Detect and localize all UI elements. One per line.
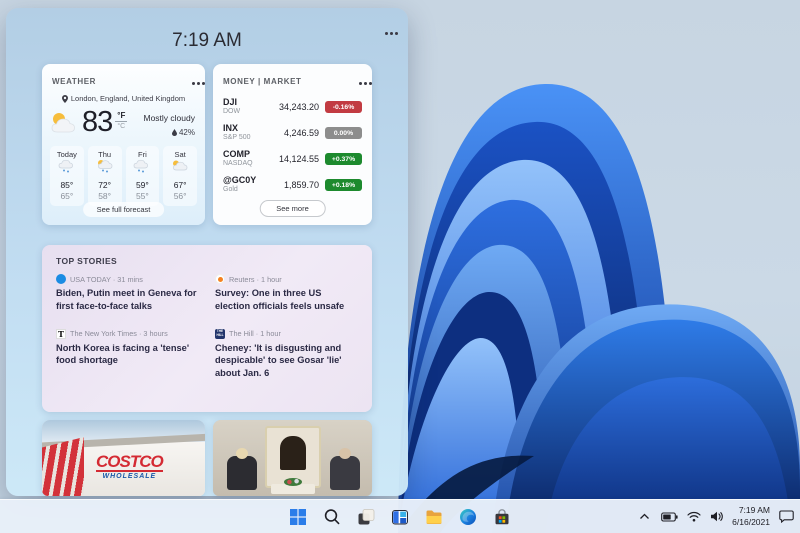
rain-cloud-icon (58, 159, 76, 173)
top-stories-widget[interactable]: TOP STORIES USA TODAY · 31 mins Biden, P… (42, 245, 372, 412)
nyt-logo: T (56, 329, 66, 339)
microsoft-store-button[interactable] (490, 505, 514, 529)
news-thumbnail-costco[interactable]: COSTCO WHOLESALE (42, 420, 205, 496)
weather-location-row[interactable]: London, England, United Kingdom (42, 94, 205, 103)
task-view-button[interactable] (354, 505, 378, 529)
tray-chevron-button[interactable] (636, 505, 652, 529)
market-more-options-icon[interactable] (359, 72, 362, 90)
change-badge: -0.16% (325, 101, 362, 113)
change-badge: +0.18% (325, 179, 362, 191)
change-badge: +0.37% (325, 153, 362, 165)
forecast-day[interactable]: Thu 72° 58° (88, 146, 122, 206)
market-row[interactable]: DJIDOW 34,243.20 -0.16% (223, 94, 362, 120)
microsoft-store-icon (492, 507, 512, 527)
reuters-logo (215, 274, 225, 284)
story-item[interactable]: Reuters · 1 hour Survey: One in three US… (215, 274, 358, 313)
rain-drop-icon (172, 129, 177, 136)
top-stories-title: TOP STORIES (42, 245, 372, 266)
unit-toggle[interactable]: °F °C (115, 111, 127, 130)
forecast-day[interactable]: Today 85° 65° (50, 146, 84, 206)
tray-clock[interactable]: 7:19 AM 6/16/2021 (732, 505, 770, 527)
rain-cloud-icon (133, 159, 151, 173)
weather-more-options-icon[interactable] (192, 72, 195, 90)
news-thumbnail-meeting-video[interactable] (213, 420, 372, 496)
current-temperature: 83 (82, 106, 112, 139)
location-pin-icon (62, 95, 68, 103)
story-item[interactable]: TThe New York Times · 3 hours North Kore… (56, 329, 199, 380)
chevron-up-icon (639, 513, 650, 520)
battery-status-button[interactable] (661, 512, 678, 522)
desktop: 7:19 AM WEATHER London, England, United … (0, 0, 800, 533)
precipitation-chance: 42% (179, 128, 195, 137)
see-more-button[interactable]: See more (259, 200, 326, 217)
the-hill-logo: THE HILL (215, 329, 225, 339)
market-title: MONEY | MARKET (223, 77, 302, 86)
task-view-icon (356, 507, 376, 527)
taskbar: 7:19 AM 6/16/2021 (0, 499, 800, 533)
volume-status-button[interactable] (710, 511, 723, 522)
notification-center-button[interactable] (779, 510, 794, 523)
usa-today-logo (56, 274, 66, 284)
story-item[interactable]: USA TODAY · 31 mins Biden, Putin meet in… (56, 274, 199, 313)
widgets-icon (390, 507, 410, 527)
start-button[interactable] (286, 505, 310, 529)
story-item[interactable]: THE HILLThe Hill · 1 hour Cheney: 'It is… (215, 329, 358, 380)
file-explorer-button[interactable] (422, 505, 446, 529)
market-widget[interactable]: MONEY | MARKET DJIDOW 34,243.20 -0.16% I… (213, 64, 372, 225)
sun-cloud-icon (171, 159, 189, 173)
see-full-forecast-button[interactable]: See full forecast (83, 202, 165, 217)
widgets-button[interactable] (388, 505, 412, 529)
weather-title: WEATHER (52, 77, 96, 86)
market-row[interactable]: COMPNASDAQ 14,124.55 +0.37% (223, 146, 362, 172)
costco-sign-text: COSTCO (96, 452, 163, 472)
sun-rain-cloud-icon (96, 159, 114, 173)
market-row[interactable]: @GC0YGold 1,859.70 +0.18% (223, 172, 362, 198)
weather-location: London, England, United Kingdom (71, 94, 185, 103)
forecast-day[interactable]: Fri 59° 55° (126, 146, 160, 206)
forecast-day[interactable]: Sat 67° 56° (163, 146, 197, 206)
wifi-icon (687, 511, 701, 522)
tray-date: 6/16/2021 (732, 517, 770, 528)
edge-button[interactable] (456, 505, 480, 529)
windows-start-icon (288, 507, 308, 527)
notification-icon (779, 510, 794, 523)
widgets-panel: 7:19 AM WEATHER London, England, United … (6, 8, 408, 496)
speaker-icon (710, 511, 723, 522)
unit-fahrenheit[interactable]: °F (115, 111, 127, 122)
network-status-button[interactable] (687, 511, 701, 522)
edge-browser-icon (458, 507, 478, 527)
sun-cloud-icon (50, 111, 80, 135)
file-explorer-icon (424, 507, 444, 527)
tray-time: 7:19 AM (732, 505, 770, 516)
market-row[interactable]: INXS&P 500 4,246.59 0.00% (223, 120, 362, 146)
search-icon (322, 507, 342, 527)
weather-widget[interactable]: WEATHER London, England, United Kingdom … (42, 64, 205, 225)
battery-icon (661, 512, 678, 522)
change-badge: 0.00% (325, 127, 362, 139)
weather-condition: Mostly cloudy (144, 113, 196, 123)
panel-more-options-icon[interactable] (385, 22, 388, 40)
search-button[interactable] (320, 505, 344, 529)
panel-clock: 7:19 AM (6, 30, 408, 52)
unit-celsius[interactable]: °C (117, 122, 125, 130)
